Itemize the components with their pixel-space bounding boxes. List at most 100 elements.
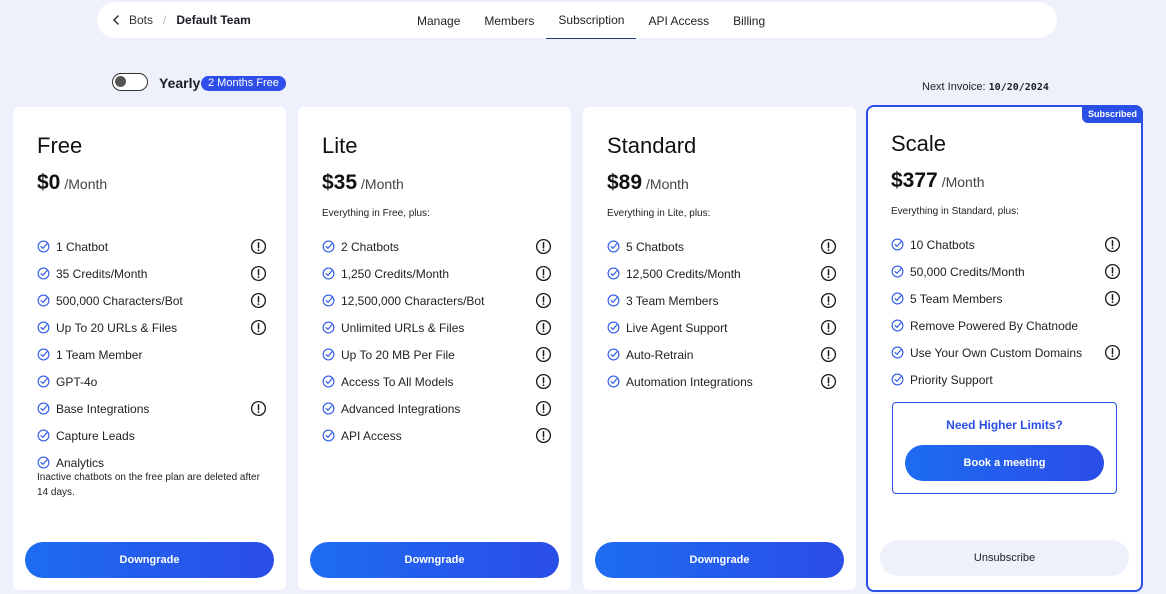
feature-item: 1 Team Member: [37, 341, 267, 368]
plan-price: $89 /Month: [607, 171, 689, 195]
book-meeting-button[interactable]: Book a meeting: [905, 445, 1104, 481]
info-circle-icon[interactable]: [535, 346, 552, 363]
info-circle-icon[interactable]: [820, 373, 837, 390]
info-circle-icon[interactable]: [535, 427, 552, 444]
feature-item: Remove Powered By Chatnode: [891, 312, 1121, 339]
info-circle-icon[interactable]: [535, 292, 552, 309]
feature-text: 500,000 Characters/Bot: [56, 293, 183, 308]
higher-limits-box: Need Higher Limits? Book a meeting: [892, 402, 1117, 494]
tab-bar: Manage Members Subscription API Access B…: [405, 2, 777, 39]
downgrade-button[interactable]: Downgrade: [310, 542, 559, 578]
subscribed-badge: Subscribed: [1081, 105, 1143, 123]
check-circle-icon: [37, 429, 50, 442]
check-circle-icon: [322, 321, 335, 334]
feature-text: 2 Chatbots: [341, 239, 400, 254]
check-circle-icon: [891, 238, 904, 251]
plan-card-lite: Lite $35 /Month Everything in Free, plus…: [298, 107, 571, 590]
info-circle-icon[interactable]: [535, 238, 552, 255]
feature-item: 12,500 Credits/Month: [607, 260, 837, 287]
info-circle-icon[interactable]: [250, 265, 267, 282]
info-circle-icon[interactable]: [535, 319, 552, 336]
feature-text: 5 Team Members: [910, 291, 1003, 306]
feature-text: Up To 20 URLs & Files: [56, 320, 178, 335]
check-circle-icon: [891, 265, 904, 278]
check-circle-icon: [37, 294, 50, 307]
feature-text: Up To 20 MB Per File: [341, 347, 455, 362]
feature-text: 35 Credits/Month: [56, 266, 148, 281]
check-circle-icon: [322, 294, 335, 307]
feature-text: Automation Integrations: [626, 374, 753, 389]
feature-item: 1 Chatbot: [37, 233, 267, 260]
info-circle-icon[interactable]: [1104, 236, 1121, 253]
feature-item: Auto-Retrain: [607, 341, 837, 368]
price-period: /Month: [361, 176, 404, 192]
unsubscribe-button[interactable]: Unsubscribe: [880, 540, 1129, 576]
info-circle-icon[interactable]: [1104, 263, 1121, 280]
tab-billing[interactable]: Billing: [721, 2, 777, 39]
info-circle-icon[interactable]: [820, 346, 837, 363]
check-circle-icon: [891, 346, 904, 359]
info-circle-icon[interactable]: [250, 238, 267, 255]
feature-text: Base Integrations: [56, 401, 150, 416]
feature-item: Up To 20 MB Per File: [322, 341, 552, 368]
breadcrumb-bots-link[interactable]: Bots: [129, 13, 153, 27]
info-circle-icon[interactable]: [250, 292, 267, 309]
yearly-toggle[interactable]: [112, 73, 148, 91]
feature-text: Use Your Own Custom Domains: [910, 345, 1083, 360]
tab-subscription[interactable]: Subscription: [546, 2, 637, 39]
feature-item: 50,000 Credits/Month: [891, 258, 1121, 285]
check-circle-icon: [37, 375, 50, 388]
check-circle-icon: [37, 240, 50, 253]
feature-text: 3 Team Members: [626, 293, 719, 308]
next-invoice-date: 10/20/2024: [988, 82, 1049, 93]
feature-text: 12,500 Credits/Month: [626, 266, 741, 281]
feature-text: Advanced Integrations: [341, 401, 461, 416]
check-circle-icon: [37, 348, 50, 361]
info-circle-icon[interactable]: [1104, 290, 1121, 307]
toggle-knob: [115, 76, 126, 87]
plan-price: $35 /Month: [322, 171, 404, 195]
chevron-left-icon[interactable]: [109, 13, 123, 27]
info-circle-icon[interactable]: [820, 238, 837, 255]
info-circle-icon[interactable]: [820, 319, 837, 336]
tab-members[interactable]: Members: [472, 2, 546, 39]
plan-name: Lite: [322, 133, 358, 158]
plan-name: Scale: [891, 131, 947, 156]
feature-item: 35 Credits/Month: [37, 260, 267, 287]
price-amount: $89: [607, 171, 643, 194]
breadcrumb: Bots / Default Team: [109, 2, 251, 38]
tab-manage[interactable]: Manage: [405, 2, 472, 39]
breadcrumb-separator: /: [163, 13, 167, 27]
feature-list: 5 Chatbots 12,500 Credits/Month 3 Team Mem…: [607, 233, 837, 395]
feature-text: 1,250 Credits/Month: [341, 266, 450, 281]
info-circle-icon[interactable]: [250, 319, 267, 336]
info-circle-icon[interactable]: [535, 265, 552, 282]
info-circle-icon[interactable]: [820, 265, 837, 282]
info-circle-icon[interactable]: [535, 400, 552, 417]
check-circle-icon: [322, 375, 335, 388]
feature-text: 1 Chatbot: [56, 239, 109, 254]
info-circle-icon[interactable]: [820, 292, 837, 309]
feature-item: Capture Leads: [37, 422, 267, 449]
breadcrumb-current: Default Team: [176, 13, 251, 27]
check-circle-icon: [37, 456, 50, 469]
check-circle-icon: [322, 402, 335, 415]
price-amount: $35: [322, 171, 358, 194]
feature-text: 12,500,000 Characters/Bot: [341, 293, 485, 308]
check-circle-icon: [891, 292, 904, 305]
downgrade-button[interactable]: Downgrade: [25, 542, 274, 578]
feature-item: Base Integrations: [37, 395, 267, 422]
feature-text: 1 Team Member: [56, 347, 143, 362]
downgrade-button[interactable]: Downgrade: [595, 542, 844, 578]
feature-item: Live Agent Support: [607, 314, 837, 341]
feature-list: 2 Chatbots 1,250 Credits/Month 12,500,000 …: [322, 233, 552, 449]
info-circle-icon[interactable]: [1104, 344, 1121, 361]
feature-item: Use Your Own Custom Domains: [891, 339, 1121, 366]
info-circle-icon[interactable]: [535, 373, 552, 390]
feature-text: Live Agent Support: [626, 320, 728, 335]
check-circle-icon: [891, 373, 904, 386]
plan-includes: Everything in Lite, plus:: [607, 208, 711, 219]
feature-item: 2 Chatbots: [322, 233, 552, 260]
info-circle-icon[interactable]: [250, 400, 267, 417]
tab-api-access[interactable]: API Access: [636, 2, 721, 39]
